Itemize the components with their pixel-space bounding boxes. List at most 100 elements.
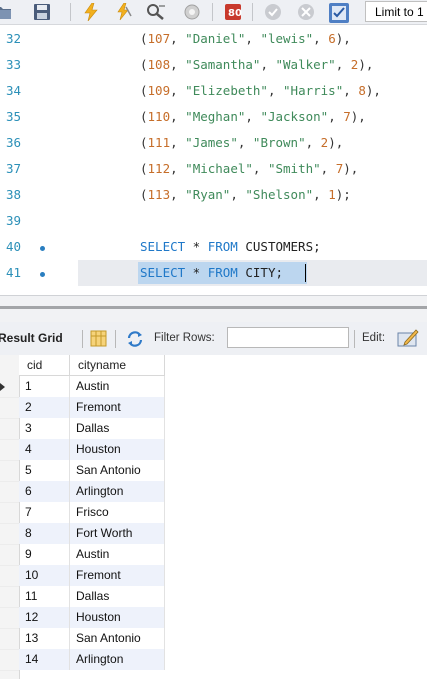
- autocommit-icon[interactable]: [329, 3, 349, 23]
- code-token: ,: [260, 57, 276, 72]
- cell-cid[interactable]: 13: [19, 628, 70, 649]
- cell-cityname[interactable]: Dallas: [70, 586, 165, 607]
- cell-cityname[interactable]: Dallas: [70, 418, 165, 439]
- table-row[interactable]: 13 San Antonio: [19, 628, 165, 649]
- row-selector[interactable]: [0, 481, 19, 503]
- table-row[interactable]: 11 Dallas: [19, 586, 165, 607]
- code-line[interactable]: 34 (109, "Elizebeth", "Harris", 8),: [0, 78, 427, 104]
- cell-cityname[interactable]: Arlington: [70, 481, 165, 502]
- row-selector-gutter[interactable]: [0, 355, 20, 679]
- find-icon[interactable]: [146, 3, 165, 21]
- row-selector[interactable]: [0, 649, 19, 671]
- code-token: ,: [170, 83, 186, 98]
- code-line[interactable]: 40 SELECT * FROM CUSTOMERS;: [0, 234, 427, 260]
- grid-layout-icon[interactable]: [90, 330, 108, 348]
- code-token: ,: [170, 161, 186, 176]
- cell-cityname[interactable]: Austin: [70, 544, 165, 565]
- cell-cityname[interactable]: Fremont: [70, 565, 165, 586]
- result-grid-tab[interactable]: Result Grid: [0, 331, 63, 345]
- row-selector[interactable]: [0, 523, 19, 545]
- toggle-error-icon[interactable]: 80: [224, 3, 242, 21]
- code-line[interactable]: 39: [0, 208, 427, 234]
- cell-cityname[interactable]: Fremont: [70, 397, 165, 418]
- cell-cid[interactable]: 2: [19, 397, 70, 418]
- column-header-cid[interactable]: cid: [19, 355, 70, 376]
- row-selector[interactable]: [0, 586, 19, 608]
- cell-cid[interactable]: 5: [19, 460, 70, 481]
- code-token: "James": [185, 135, 238, 150]
- cell-cityname[interactable]: San Antonio: [70, 460, 165, 481]
- cell-cid[interactable]: 3: [19, 418, 70, 439]
- row-selector[interactable]: [0, 418, 19, 440]
- cell-cityname[interactable]: Fort Worth: [70, 523, 165, 544]
- table-row[interactable]: 12 Houston: [19, 607, 165, 628]
- splitter-handle[interactable]: [0, 306, 427, 309]
- open-folder-icon[interactable]: [0, 3, 12, 21]
- table-row[interactable]: 9 Austin: [19, 544, 165, 565]
- cell-cid[interactable]: 14: [19, 649, 70, 670]
- table-row[interactable]: 2 Fremont: [19, 397, 165, 418]
- cell-cityname[interactable]: Frisco: [70, 502, 165, 523]
- panel-splitter[interactable]: [0, 295, 427, 322]
- cell-cityname[interactable]: Arlington: [70, 649, 165, 670]
- stop-icon[interactable]: [183, 3, 201, 21]
- cell-cid[interactable]: 12: [19, 607, 70, 628]
- table-row[interactable]: 8 Fort Worth: [19, 523, 165, 544]
- table-row[interactable]: 7 Frisco: [19, 502, 165, 523]
- row-selector[interactable]: [0, 565, 19, 587]
- cell-cityname[interactable]: Houston: [70, 607, 165, 628]
- cell-cid[interactable]: 4: [19, 439, 70, 460]
- table-row[interactable]: 1 Austin: [19, 376, 165, 397]
- code-token: );: [335, 187, 351, 202]
- edit-grid-icon[interactable]: [397, 328, 419, 347]
- cell-cid[interactable]: 7: [19, 502, 70, 523]
- save-icon[interactable]: [33, 3, 51, 21]
- limit-rows-select[interactable]: Limit to 1: [365, 1, 427, 22]
- row-selector[interactable]: [0, 397, 19, 419]
- column-header-cityname[interactable]: cityname: [70, 355, 165, 376]
- cell-cid[interactable]: 10: [19, 565, 70, 586]
- sql-editor[interactable]: 32 (107, "Daniel", "lewis", 6), 33 (108, "S…: [0, 25, 427, 295]
- code-token: ,: [320, 161, 336, 176]
- toolbar-separator: [354, 330, 355, 348]
- code-line[interactable]: 32 (107, "Daniel", "lewis", 6),: [0, 26, 427, 52]
- code-line[interactable]: 33 (108, "Samantha", "Walker", 2),: [0, 52, 427, 78]
- table-row[interactable]: 5 San Antonio: [19, 460, 165, 481]
- execute-icon[interactable]: [82, 2, 100, 22]
- row-selector[interactable]: [0, 502, 19, 524]
- row-selector[interactable]: [0, 439, 19, 461]
- row-selector[interactable]: [0, 460, 19, 482]
- table-row[interactable]: 4 Houston: [19, 439, 165, 460]
- cell-cid[interactable]: 11: [19, 586, 70, 607]
- filter-rows-input[interactable]: [227, 327, 349, 348]
- cell-cityname[interactable]: Austin: [70, 376, 165, 397]
- code-token: FROM: [207, 265, 238, 280]
- code-line[interactable]: 41 SELECT * FROM CITY;: [0, 260, 427, 286]
- cell-cityname[interactable]: San Antonio: [70, 628, 165, 649]
- line-number: 39: [6, 213, 22, 228]
- line-number: 34: [6, 83, 22, 98]
- commit-icon[interactable]: [264, 3, 282, 21]
- result-grid[interactable]: cid cityname 1 Austin 2 Fremont 3 Dallas 4 Hous…: [0, 355, 427, 679]
- code-line[interactable]: 35 (110, "Meghan", "Jackson", 7),: [0, 104, 427, 130]
- cell-cid[interactable]: 1: [19, 376, 70, 397]
- table-row[interactable]: 14 Arlington: [19, 649, 165, 670]
- line-number: 33: [6, 57, 22, 72]
- rollback-icon[interactable]: [297, 3, 315, 21]
- code-line[interactable]: 36 (111, "James", "Brown", 2),: [0, 130, 427, 156]
- table-row[interactable]: 3 Dallas: [19, 418, 165, 439]
- row-selector[interactable]: [0, 607, 19, 629]
- execute-current-icon[interactable]: [115, 2, 133, 21]
- cell-cityname[interactable]: Houston: [70, 439, 165, 460]
- cell-cid[interactable]: 9: [19, 544, 70, 565]
- row-selector[interactable]: [0, 544, 19, 566]
- table-row[interactable]: 6 Arlington: [19, 481, 165, 502]
- cell-cid[interactable]: 8: [19, 523, 70, 544]
- code-line[interactable]: 38 (113, "Ryan", "Shelson", 1);: [0, 182, 427, 208]
- refresh-icon[interactable]: [126, 330, 144, 348]
- code-line[interactable]: 37 (112, "Michael", "Smith", 7),: [0, 156, 427, 182]
- table-row[interactable]: 10 Fremont: [19, 565, 165, 586]
- row-selector[interactable]: [0, 628, 19, 650]
- cell-cid[interactable]: 6: [19, 481, 70, 502]
- code-token: 109: [147, 83, 171, 98]
